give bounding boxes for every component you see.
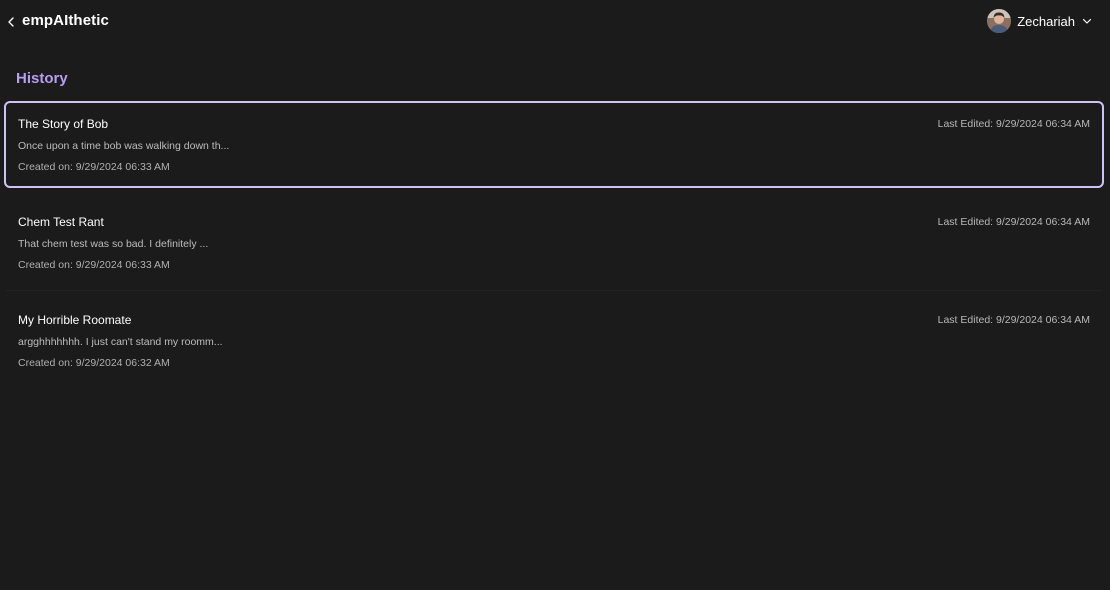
chevron-down-icon	[1082, 18, 1092, 24]
history-item-last-edited: Last Edited: 9/29/2024 06:34 AM	[937, 216, 1090, 228]
avatar	[987, 9, 1012, 33]
history-item-preview: Once upon a time bob was walking down th…	[18, 140, 230, 152]
user-avatar-icon	[987, 9, 1012, 33]
history-item[interactable]: Chem Test Rant Last Edited: 9/29/2024 06…	[4, 199, 1104, 291]
app-title: empAIthetic	[22, 12, 109, 29]
history-item-created: Created on: 9/29/2024 06:32 AM	[18, 357, 170, 369]
user-name: Zechariah	[1017, 13, 1075, 29]
chevron-left-icon	[8, 17, 14, 27]
history-item-last-edited: Last Edited: 9/29/2024 06:34 AM	[937, 314, 1090, 326]
top-bar: empAIthetic Zechariah	[0, 0, 1110, 44]
history-item-title: My Horrible Roomate	[18, 313, 132, 327]
history-item-title: Chem Test Rant	[18, 215, 104, 229]
history-item[interactable]: The Story of Bob Last Edited: 9/29/2024 …	[4, 101, 1104, 188]
history-item-preview: argghhhhhhh. I just can't stand my roomm…	[18, 336, 223, 348]
page-title: History	[16, 70, 68, 87]
history-item[interactable]: My Horrible Roomate Last Edited: 9/29/20…	[4, 297, 1104, 384]
history-item-created: Created on: 9/29/2024 06:33 AM	[18, 259, 170, 271]
history-item-last-edited: Last Edited: 9/29/2024 06:34 AM	[937, 118, 1090, 130]
history-list: The Story of Bob Last Edited: 9/29/2024 …	[4, 101, 1104, 395]
app-window: empAIthetic Zechariah History The Story …	[0, 0, 1110, 590]
user-menu[interactable]: Zechariah	[987, 9, 1092, 33]
history-item-title: The Story of Bob	[18, 117, 109, 131]
history-item-preview: That chem test was so bad. I definitely …	[18, 238, 209, 250]
back-button[interactable]	[5, 14, 17, 30]
history-item-created: Created on: 9/29/2024 06:33 AM	[18, 161, 170, 173]
